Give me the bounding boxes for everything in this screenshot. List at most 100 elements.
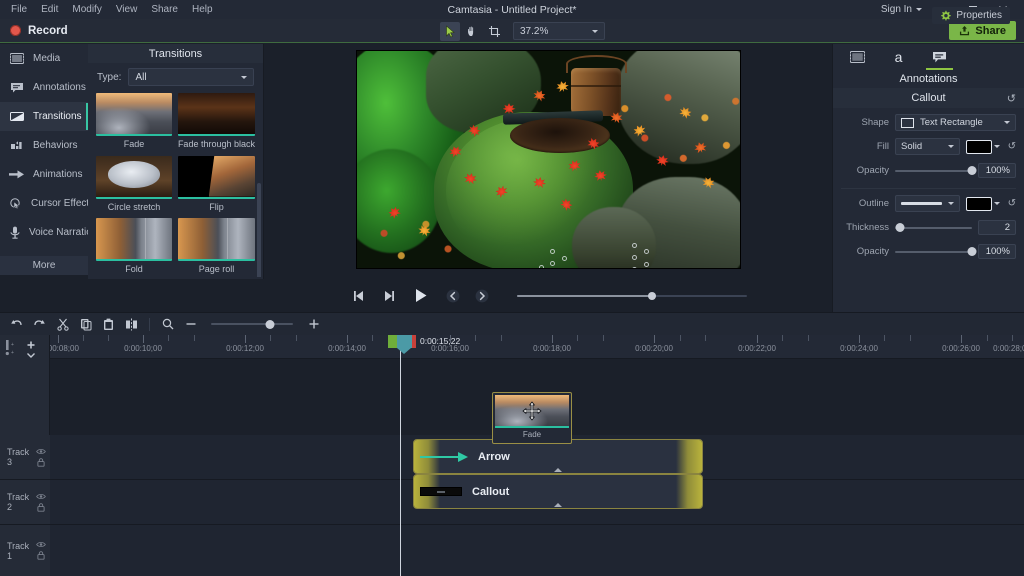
- sidebar-item-cursor-effects[interactable]: Cursor Effects: [0, 189, 88, 218]
- outline-color-swatch[interactable]: [966, 197, 992, 211]
- out-point-marker[interactable]: [412, 335, 416, 348]
- fill-dropdown[interactable]: Solid: [895, 138, 960, 155]
- tab-annotation-properties[interactable]: [923, 44, 956, 70]
- outline-opacity-slider[interactable]: [895, 245, 972, 259]
- outline-reset-icon[interactable]: ↺: [1008, 198, 1016, 209]
- track-header-3[interactable]: Track 3: [0, 435, 50, 480]
- copy-icon: [80, 318, 92, 331]
- chevron-down-icon[interactable]: [994, 145, 1000, 148]
- track-header-2[interactable]: Track 2: [0, 480, 50, 525]
- next-button[interactable]: [472, 286, 492, 306]
- sidebar-item-animations[interactable]: Animations: [0, 160, 88, 189]
- timeline-zoom-in-button[interactable]: [303, 315, 324, 334]
- crop-tool-button[interactable]: [484, 22, 504, 41]
- menu-modify[interactable]: Modify: [65, 2, 108, 17]
- menu-help[interactable]: Help: [185, 2, 220, 17]
- hand-tool-button[interactable]: [462, 22, 482, 41]
- tab-text-properties[interactable]: a: [882, 44, 915, 70]
- transition-type-dropdown[interactable]: All: [128, 68, 254, 86]
- chevron-down-icon[interactable]: [994, 202, 1000, 205]
- transition-item-fold[interactable]: Fold: [96, 218, 172, 277]
- fill-opacity-slider[interactable]: [895, 164, 972, 178]
- reset-icon[interactable]: ↺: [1007, 92, 1016, 105]
- clip-arrow[interactable]: Arrow: [413, 439, 703, 474]
- cut-button[interactable]: [52, 315, 73, 334]
- menu-edit[interactable]: Edit: [34, 2, 65, 17]
- video-preview[interactable]: [356, 50, 741, 269]
- transitions-scrollbar[interactable]: [257, 183, 261, 277]
- eye-icon[interactable]: [36, 541, 46, 548]
- behaviors-icon: [9, 140, 25, 151]
- zoom-magnifier-icon[interactable]: [157, 315, 178, 334]
- step-forward-button[interactable]: [379, 286, 399, 306]
- track-header-1[interactable]: Track 1: [0, 525, 50, 576]
- lock-icon[interactable]: [37, 551, 45, 560]
- sidebar-item-behaviors[interactable]: Behaviors: [0, 131, 88, 160]
- playhead-handle[interactable]: [397, 335, 412, 348]
- eye-icon[interactable]: [36, 493, 46, 500]
- preview-scrubber[interactable]: [517, 290, 747, 302]
- lock-icon[interactable]: [37, 458, 45, 467]
- fill-color-swatch[interactable]: [966, 140, 992, 154]
- slider-track: [895, 227, 972, 229]
- paste-button[interactable]: [98, 315, 119, 334]
- scrubber-handle[interactable]: [648, 292, 656, 300]
- step-back-button[interactable]: [350, 286, 370, 306]
- timeline-zoom-out-button[interactable]: [180, 315, 201, 334]
- clip-expand-icon[interactable]: [554, 468, 562, 472]
- tab-media-properties[interactable]: [841, 44, 874, 70]
- sidebar-item-voice-narration[interactable]: Voice Narration: [0, 218, 88, 247]
- track-controls: + +: [0, 335, 49, 363]
- undo-button[interactable]: [6, 315, 27, 334]
- thickness-value[interactable]: 2: [978, 220, 1016, 235]
- fill-reset-icon[interactable]: ↺: [1008, 141, 1016, 152]
- outline-style-dropdown[interactable]: [895, 195, 960, 212]
- sidebar-item-annotations[interactable]: Annotations: [0, 73, 88, 102]
- more-tools-button[interactable]: More: [0, 256, 88, 275]
- menu-view[interactable]: View: [109, 2, 145, 17]
- dragged-transition-preview[interactable]: Fade: [492, 392, 572, 444]
- clip-expand-icon[interactable]: [554, 503, 562, 507]
- lock-icon[interactable]: [37, 503, 45, 512]
- pointer-tool-button[interactable]: [440, 22, 460, 41]
- slider-handle[interactable]: [895, 223, 904, 232]
- slider-handle[interactable]: [968, 247, 977, 256]
- play-button[interactable]: [408, 283, 434, 309]
- playhead-marker[interactable]: 0:00:15;22: [388, 335, 416, 348]
- copy-button[interactable]: [75, 315, 96, 334]
- split-button[interactable]: [121, 315, 142, 334]
- sidebar-item-transitions[interactable]: Transitions: [0, 102, 88, 131]
- transition-item-circle-stretch[interactable]: Circle stretch: [96, 156, 172, 215]
- clip-label: Callout: [472, 486, 509, 498]
- add-track-icon[interactable]: [25, 340, 37, 350]
- redo-button[interactable]: [29, 315, 50, 334]
- canvas-zoom-dropdown[interactable]: 37.2%: [513, 22, 605, 40]
- transition-item-page-roll[interactable]: Page roll: [178, 218, 255, 277]
- sidebar-item-media[interactable]: Media: [0, 44, 88, 73]
- timeline-zoom-slider[interactable]: [211, 317, 293, 331]
- in-point-marker[interactable]: [388, 335, 397, 348]
- menu-share[interactable]: Share: [144, 2, 185, 17]
- record-button[interactable]: Record: [0, 19, 78, 43]
- outline-opacity-value[interactable]: 100%: [978, 244, 1016, 259]
- marker-icon[interactable]: + +: [5, 339, 17, 359]
- fill-opacity-value[interactable]: 100%: [978, 163, 1016, 178]
- thickness-slider[interactable]: [895, 221, 972, 235]
- clip-callout[interactable]: Callout: [413, 474, 703, 509]
- track-lane-1[interactable]: [50, 525, 1024, 576]
- menu-file[interactable]: File: [4, 2, 34, 17]
- transition-thumbnail: [96, 93, 172, 136]
- properties-button[interactable]: Properties: [932, 7, 1010, 24]
- slider-handle[interactable]: [968, 166, 977, 175]
- transition-item-flip[interactable]: Flip: [178, 156, 255, 215]
- zoom-handle[interactable]: [266, 320, 275, 329]
- time-ruler[interactable]: 0:00:08;00 0:00:10;00 0:00:12;00 0:00:14…: [50, 335, 1024, 359]
- eye-icon[interactable]: [36, 448, 46, 455]
- chevron-down-icon[interactable]: [25, 351, 37, 359]
- transition-item-fade-through-black[interactable]: Fade through black: [178, 93, 255, 152]
- shape-dropdown[interactable]: Text Rectangle: [895, 114, 1016, 131]
- previous-button[interactable]: [443, 286, 463, 306]
- preview-image: [357, 51, 740, 268]
- sign-in-dropdown[interactable]: Sign In: [875, 2, 928, 17]
- transition-item-fade[interactable]: Fade: [96, 93, 172, 152]
